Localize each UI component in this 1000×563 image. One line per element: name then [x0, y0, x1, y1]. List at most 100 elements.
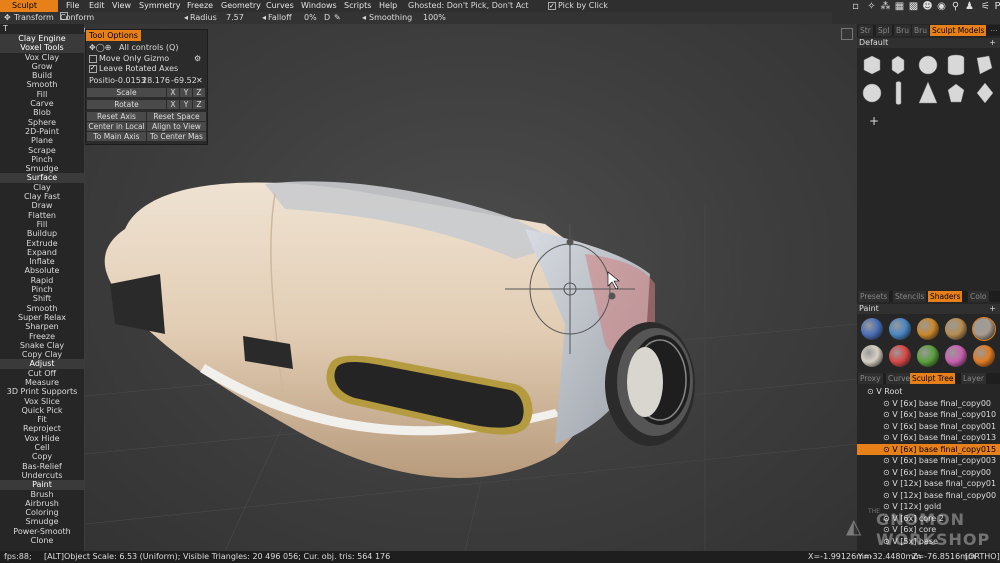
menu-view[interactable]: View	[112, 0, 131, 12]
tool-item[interactable]: Super Relax	[0, 313, 84, 322]
menu-scripts[interactable]: Scripts	[344, 0, 371, 12]
visibility-eye-icon[interactable]: ⊙	[857, 468, 892, 477]
all-controls-dropdown[interactable]: All controls (Q)	[119, 43, 178, 53]
paint-shaders-folder[interactable]: Paint +	[857, 304, 1000, 314]
retopo-icon[interactable]: ⚟	[980, 1, 991, 12]
visibility-eye-icon[interactable]: ⊙	[857, 514, 892, 523]
tab-bru-1[interactable]: Bru	[894, 25, 911, 36]
add-preset-icon[interactable]: +	[869, 114, 879, 128]
tree-layer-item[interactable]: ⊙ V [6x] base final_copy013	[857, 432, 1000, 443]
head-icon[interactable]: ☻	[922, 1, 933, 12]
tool-item[interactable]: Vox Clay	[0, 53, 84, 62]
shader-swatch[interactable]	[945, 318, 967, 340]
leave-rotated-axes-toggle[interactable]: Leave Rotated Axes	[89, 64, 178, 74]
menu-freeze[interactable]: Freeze	[187, 0, 213, 12]
default-folder[interactable]: Default +	[857, 38, 1000, 48]
tool-item[interactable]: Draw	[0, 201, 84, 210]
tab-str[interactable]: Str	[858, 25, 873, 36]
scale-z-button[interactable]: Z	[193, 88, 205, 97]
tool-item[interactable]: Brush	[0, 490, 84, 499]
tool-item[interactable]: Undercuts	[0, 471, 84, 480]
menu-file[interactable]: File	[66, 0, 79, 12]
tool-item[interactable]: Measure	[0, 378, 84, 387]
tool-item[interactable]: Sphere	[0, 118, 84, 127]
shader-swatch[interactable]	[889, 318, 911, 340]
tool-item[interactable]: Shift	[0, 294, 84, 303]
person-icon[interactable]: ♟	[964, 1, 975, 12]
tool-item[interactable]: Freeze	[0, 332, 84, 341]
tool-item[interactable]: Pinch	[0, 285, 84, 294]
ghosted-dropdown[interactable]: Ghosted: Don't Pick, Don't Act	[408, 0, 529, 12]
tool-item[interactable]: Snake Clay	[0, 341, 84, 350]
tab-bru-2[interactable]: Bru	[912, 25, 929, 36]
tool-item[interactable]: Inflate	[0, 257, 84, 266]
visibility-eye-icon[interactable]: ⊙	[857, 422, 892, 431]
tool-item[interactable]: Extrude	[0, 239, 84, 248]
tool-item[interactable]: Build	[0, 71, 84, 80]
menu-symmetry[interactable]: Symmetry	[139, 0, 180, 12]
tool-item[interactable]: Clone	[0, 536, 84, 545]
visibility-eye-icon[interactable]: ⊙	[857, 433, 892, 442]
tool-item[interactable]: Fill	[0, 220, 84, 229]
visibility-eye-icon[interactable]: ⊙	[857, 479, 892, 488]
tab-sculpt-tree[interactable]: Sculpt Tree	[910, 373, 956, 384]
tool-item[interactable]: Power-Smooth	[0, 527, 84, 536]
tool-item[interactable]: Absolute	[0, 266, 84, 275]
tool-section-header[interactable]: Paint	[0, 480, 84, 490]
reset-space-button[interactable]: Reset Space	[147, 112, 206, 121]
visibility-eye-icon[interactable]: ⊙	[857, 525, 892, 534]
tool-item[interactable]: Quick Pick	[0, 406, 84, 415]
scale-x-button[interactable]: X	[167, 88, 179, 97]
visibility-eye-icon[interactable]: ⊙	[857, 387, 876, 396]
model-presets-grid[interactable]	[857, 50, 1000, 110]
gizmo-settings-gear-icon[interactable]: ⚙	[194, 54, 201, 64]
tab-presets[interactable]: Presets	[858, 291, 890, 302]
tool-item[interactable]: Smooth	[0, 80, 84, 89]
menu-geometry[interactable]: Geometry	[221, 0, 261, 12]
tool-item[interactable]: Clay	[0, 183, 84, 192]
tool-section-header[interactable]: Clay Engine	[0, 34, 84, 44]
tool-item[interactable]: Grow	[0, 62, 84, 71]
tree-layer-item[interactable]: ⊙ V [6x] base final_copy00	[857, 398, 1000, 409]
tool-section-header[interactable]: Surface	[0, 173, 84, 183]
align-to-view-button[interactable]: Align to View	[147, 122, 206, 131]
visibility-eye-icon[interactable]: ⊙	[857, 491, 892, 500]
shader-swatch[interactable]	[889, 345, 911, 367]
transform-button[interactable]: Transform	[14, 12, 54, 24]
tab-colors[interactable]: Colo	[968, 291, 989, 302]
tool-item[interactable]: 3D Print Supports	[0, 387, 84, 396]
text-tool-icon[interactable]: T	[0, 24, 84, 34]
tree-layer-item[interactable]: ⊙ V [12x] base final_copy01	[857, 478, 1000, 489]
to-center-mass-button[interactable]: To Center Mas	[147, 132, 206, 141]
tool-item[interactable]: Airbrush	[0, 499, 84, 508]
tool-item[interactable]: Plane	[0, 136, 84, 145]
tool-item[interactable]: Smudge	[0, 164, 84, 173]
visibility-eye-icon[interactable]: ⊙	[857, 410, 892, 419]
tool-item[interactable]: Scrape	[0, 146, 84, 155]
exhaust-ring[interactable]	[605, 322, 695, 446]
shader-swatch[interactable]	[861, 318, 883, 340]
scale-button[interactable]: Scale	[87, 88, 166, 97]
tool-item[interactable]: 2D-Paint	[0, 127, 84, 136]
sculpt-model[interactable]	[104, 181, 695, 478]
tab-sculpt-models[interactable]: Sculpt Models	[930, 25, 987, 36]
gizmo-icons[interactable]: ✥◯⊕	[89, 43, 111, 53]
mode-selector[interactable]: Sculpt	[0, 0, 58, 12]
visibility-eye-icon[interactable]: ⊙	[857, 399, 892, 408]
add-model-icon[interactable]: +	[989, 38, 996, 48]
tab-proxy[interactable]: Proxy	[858, 373, 883, 384]
rotate-button[interactable]: Rotate	[87, 100, 166, 109]
tool-item[interactable]: Reproject	[0, 424, 84, 433]
position-z-field[interactable]: -69.52	[171, 76, 197, 86]
snap-icon[interactable]: ✧	[866, 1, 877, 12]
pick-by-click-toggle[interactable]: Pick by Click	[548, 0, 608, 12]
tool-item[interactable]: Flatten	[0, 211, 84, 220]
tree-layer-item[interactable]: ⊙ V [6x] base final_copy001	[857, 421, 1000, 432]
tool-item[interactable]: Blob	[0, 108, 84, 117]
tool-item[interactable]: Fit	[0, 415, 84, 424]
tool-item[interactable]: Cell	[0, 443, 84, 452]
depth-label[interactable]: D	[324, 12, 330, 24]
to-main-axis-button[interactable]: To Main Axis	[87, 132, 146, 141]
tool-section-header[interactable]: Voxel Tools	[0, 43, 84, 53]
tool-item[interactable]: Smooth	[0, 304, 84, 313]
